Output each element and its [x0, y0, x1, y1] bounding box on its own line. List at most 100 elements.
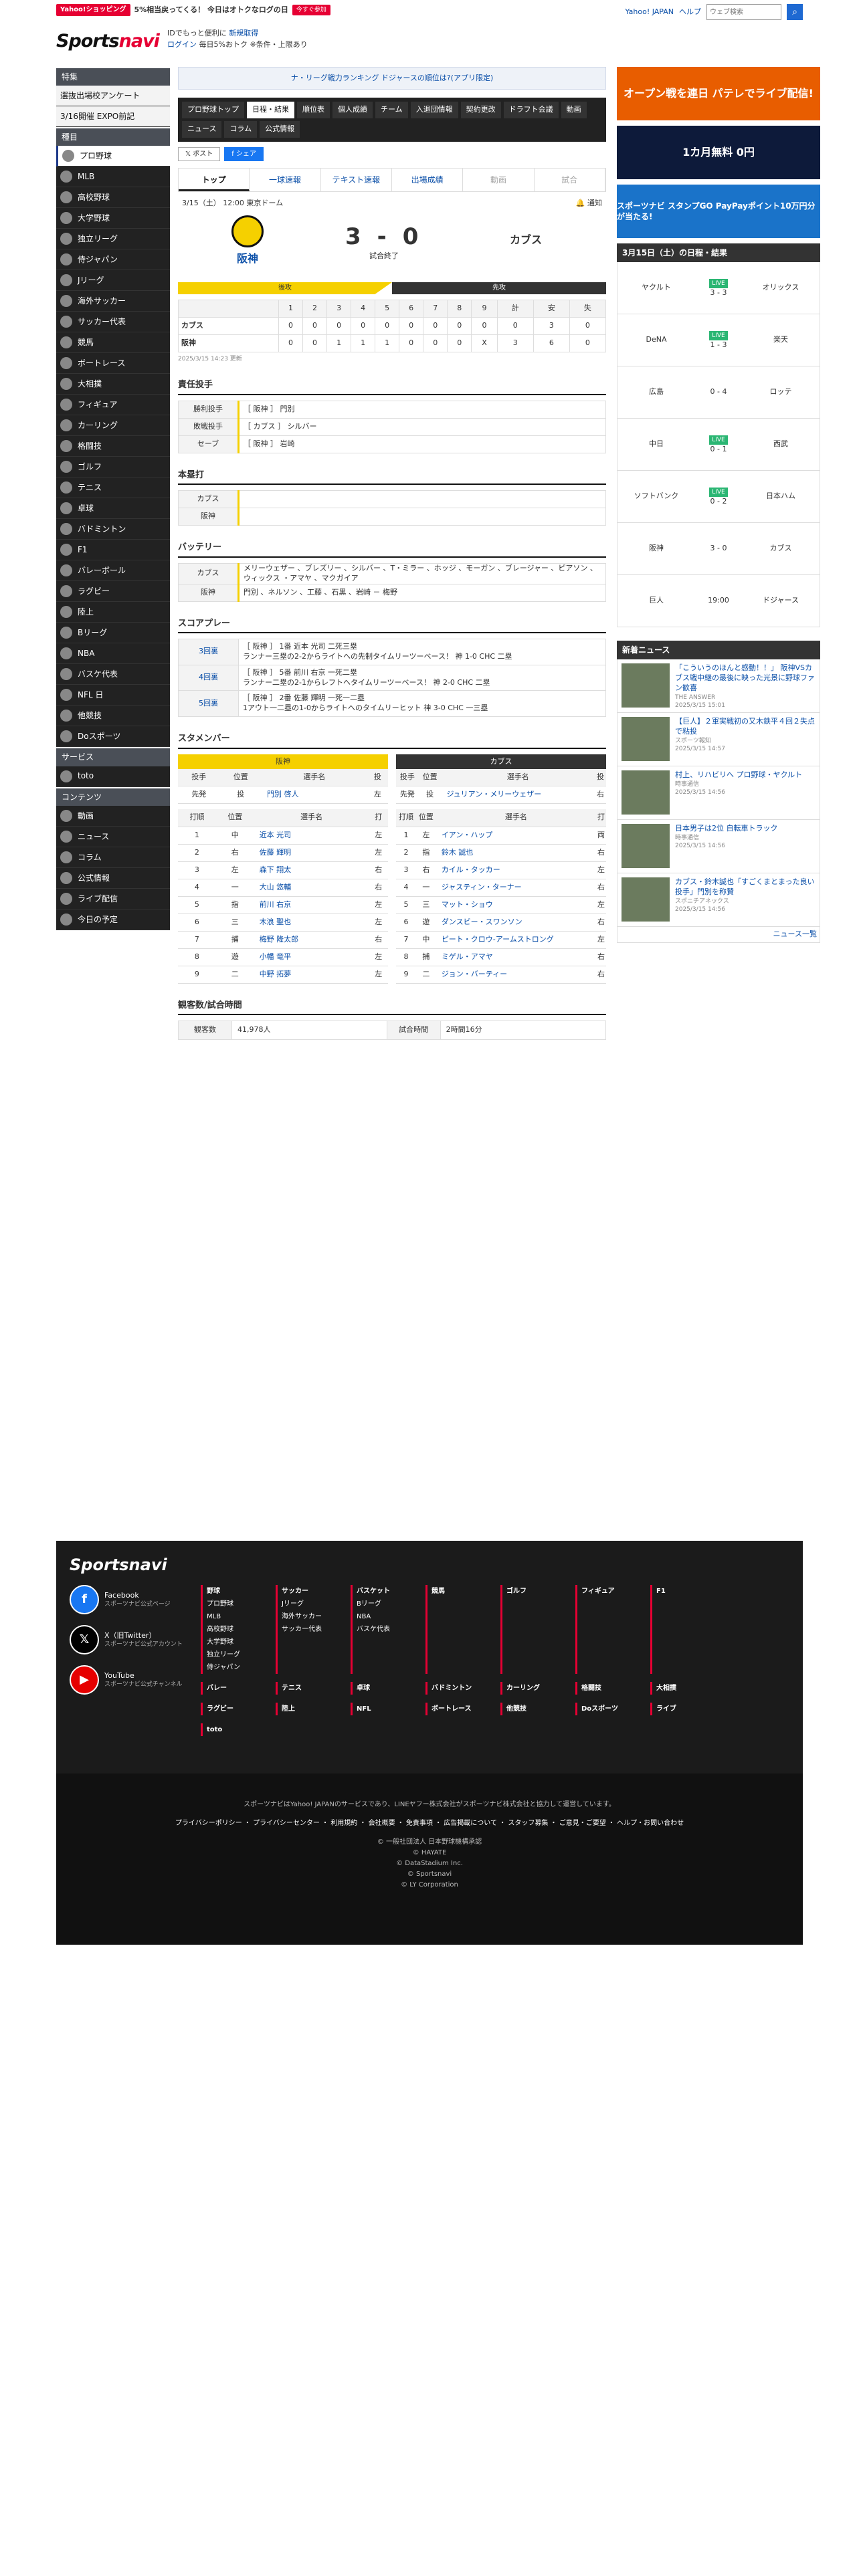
nav-item[interactable]: 公式情報: [260, 120, 300, 138]
game-item[interactable]: 広島 0 - 4 ロッテ: [617, 366, 820, 419]
sidebar-item[interactable]: 今日の予定: [56, 909, 170, 930]
footer-link[interactable]: 大相撲: [656, 1682, 717, 1695]
sidebar-item[interactable]: サッカー代表: [56, 312, 170, 333]
lineup-cell[interactable]: ジャスティン・ターナー: [436, 879, 597, 897]
footer-link[interactable]: バドミントン: [432, 1682, 492, 1695]
notice-banner[interactable]: ナ・リーグ戦力ランキング ドジャースの順位は?(アプリ限定): [178, 67, 606, 90]
news-item[interactable]: 「こういうのほんと感動！！」 阪神VSカブス戦中継の最後に映った光景に野球ファン…: [617, 659, 820, 713]
promo-bar[interactable]: Yahoo!ショッピング 5%相当戻ってくる！ 今日はオトクなログの日 今すぐ参…: [56, 3, 357, 17]
sidebar-item[interactable]: 独立リーグ: [56, 229, 170, 250]
footer-link[interactable]: 大学野球: [207, 1636, 268, 1648]
sidebar-item[interactable]: テニス: [56, 477, 170, 499]
lineup-cell[interactable]: ジュリアン・メリーウェザー: [441, 786, 595, 804]
game-tab[interactable]: トップ: [179, 169, 250, 192]
game-item[interactable]: ヤクルト LIVE 3 - 3 オリックス: [617, 262, 820, 314]
sidebar-item[interactable]: プロ野球: [56, 146, 170, 167]
lineup-cell[interactable]: 大山 悠輔: [254, 879, 369, 897]
x-share-button[interactable]: 𝕏 ポスト: [178, 146, 221, 162]
lineup-cell[interactable]: 佐藤 輝明: [254, 844, 369, 862]
game-item[interactable]: ソフトバンク LIVE 0 - 2 日本ハム: [617, 471, 820, 523]
login-link[interactable]: ログイン: [167, 40, 197, 49]
game-item[interactable]: DeNA LIVE 1 - 3 楽天: [617, 314, 820, 366]
news-item[interactable]: カブス・鈴木誠也「すごくまとまった良い投手」門別を称賛 スポニチアネックス 2025…: [617, 873, 820, 927]
lineup-cell[interactable]: イアン・ハップ: [436, 827, 597, 845]
footer-link[interactable]: NBA: [357, 1610, 417, 1623]
notify-button[interactable]: 🔔 通知: [576, 199, 602, 209]
sidebar-item[interactable]: 大学野球: [56, 208, 170, 229]
footer-link[interactable]: ボートレース: [432, 1703, 492, 1715]
footer-link[interactable]: 野球: [207, 1585, 268, 1598]
footer-link[interactable]: 高校野球: [207, 1623, 268, 1636]
game-tab[interactable]: 出場成績: [392, 169, 464, 192]
register-link[interactable]: 新規取得: [229, 29, 258, 37]
sidebar-item[interactable]: Doスポーツ: [56, 726, 170, 748]
sidebar-item[interactable]: 動画: [56, 805, 170, 827]
sidebar-item[interactable]: MLB: [56, 167, 170, 188]
footer-link[interactable]: 卓球: [357, 1682, 417, 1695]
sidebar-item[interactable]: ボートレース: [56, 353, 170, 374]
game-item[interactable]: 巨人 19:00 ドジャース: [617, 575, 820, 627]
sidebar-item[interactable]: NFL 日: [56, 685, 170, 706]
footer-link[interactable]: 陸上: [282, 1703, 343, 1715]
lineup-cell[interactable]: ジョン・バーティー: [436, 966, 597, 984]
nav-item[interactable]: チーム: [375, 102, 408, 118]
sidebar-item[interactable]: F1: [56, 540, 170, 561]
nav-item[interactable]: コラム: [224, 120, 258, 138]
facebook-share-button[interactable]: f シェア: [224, 146, 264, 162]
sidebar-item[interactable]: バドミントン: [56, 519, 170, 540]
footer-link[interactable]: toto: [207, 1723, 268, 1736]
sidebar-item[interactable]: 3/16開催 EXPO前記: [56, 106, 170, 128]
game-item[interactable]: 阪神 3 - 0 カブス: [617, 523, 820, 575]
nav-item[interactable]: 順位表: [297, 102, 330, 118]
nav-item[interactable]: ドラフト会議: [503, 102, 559, 118]
sidebar-item[interactable]: Jリーグ: [56, 270, 170, 292]
news-item[interactable]: 日本男子は2位 自転車トラック 時事通信 2025/3/15 14:56: [617, 820, 820, 873]
sidebar-item[interactable]: toto: [56, 766, 170, 787]
news-more-link[interactable]: ニュース一覧: [617, 927, 820, 943]
footer-link[interactable]: 海外サッカー: [282, 1610, 343, 1623]
nav-item[interactable]: ニュース: [182, 120, 222, 138]
sidebar-item[interactable]: NBA: [56, 643, 170, 665]
nav-item[interactable]: 動画: [561, 102, 587, 118]
footer-link[interactable]: ゴルフ: [506, 1585, 567, 1598]
footer-link[interactable]: 競馬: [432, 1585, 492, 1598]
sidebar-item[interactable]: バスケ代表: [56, 664, 170, 685]
lineup-cell[interactable]: カイル・タッカー: [436, 861, 597, 879]
yahoo-link[interactable]: Yahoo! JAPAN: [625, 7, 674, 17]
footer-link[interactable]: 独立リーグ: [207, 1648, 268, 1661]
lineup-cell[interactable]: ダンスビー・スワンソン: [436, 914, 597, 932]
sidebar-item[interactable]: バレーボール: [56, 560, 170, 582]
home-team[interactable]: 阪神: [231, 251, 264, 266]
footer-link[interactable]: プロ野球: [207, 1598, 268, 1610]
sidebar-item[interactable]: カーリング: [56, 415, 170, 437]
sidebar-item[interactable]: 侍ジャパン: [56, 249, 170, 271]
sidebar-item[interactable]: 競馬: [56, 332, 170, 354]
nav-item[interactable]: 日程・結果: [247, 102, 294, 118]
footer-link[interactable]: F1: [656, 1585, 717, 1598]
sidebar-item[interactable]: Bリーグ: [56, 623, 170, 644]
sidebar-item[interactable]: ライブ配信: [56, 888, 170, 909]
promo-button[interactable]: 今すぐ参加: [292, 4, 330, 16]
lineup-cell[interactable]: 小幡 竜平: [254, 948, 369, 966]
legal-links[interactable]: プライバシーポリシー ・ プライバシーセンター ・ 利用規約 ・ 会社概要 ・ …: [56, 1819, 803, 1828]
nav-item[interactable]: 契約更改: [460, 102, 501, 118]
sidebar-item[interactable]: 陸上: [56, 602, 170, 623]
footer-link[interactable]: ライブ: [656, 1703, 717, 1715]
footer-link[interactable]: サッカー代表: [282, 1623, 343, 1636]
site-logo[interactable]: Sportsnavi: [56, 29, 160, 53]
sidebar-item[interactable]: 海外サッカー: [56, 291, 170, 312]
search-input[interactable]: [706, 4, 781, 20]
game-tab[interactable]: テキスト速報: [321, 169, 392, 192]
lineup-cell[interactable]: 梅野 隆太郎: [254, 931, 369, 949]
lineup-cell[interactable]: 森下 翔太: [254, 861, 369, 879]
lineup-cell[interactable]: 中野 拓夢: [254, 966, 369, 984]
footer-link[interactable]: 侍ジャパン: [207, 1661, 268, 1674]
footer-link[interactable]: NFL: [357, 1703, 417, 1715]
footer-logo[interactable]: Sportsnavi: [70, 1554, 167, 1576]
social-link[interactable]: 𝕏 X（旧Twitter） スポーツナビ公式アカウント: [70, 1625, 183, 1654]
nav-item[interactable]: プロ野球トップ: [182, 102, 244, 118]
lineup-cell[interactable]: ピート・クロウ-アームストロング: [436, 931, 597, 949]
sidebar-item[interactable]: 高校野球: [56, 187, 170, 209]
game-item[interactable]: 中日 LIVE 0 - 1 西武: [617, 419, 820, 471]
sidebar-item[interactable]: 卓球: [56, 498, 170, 520]
